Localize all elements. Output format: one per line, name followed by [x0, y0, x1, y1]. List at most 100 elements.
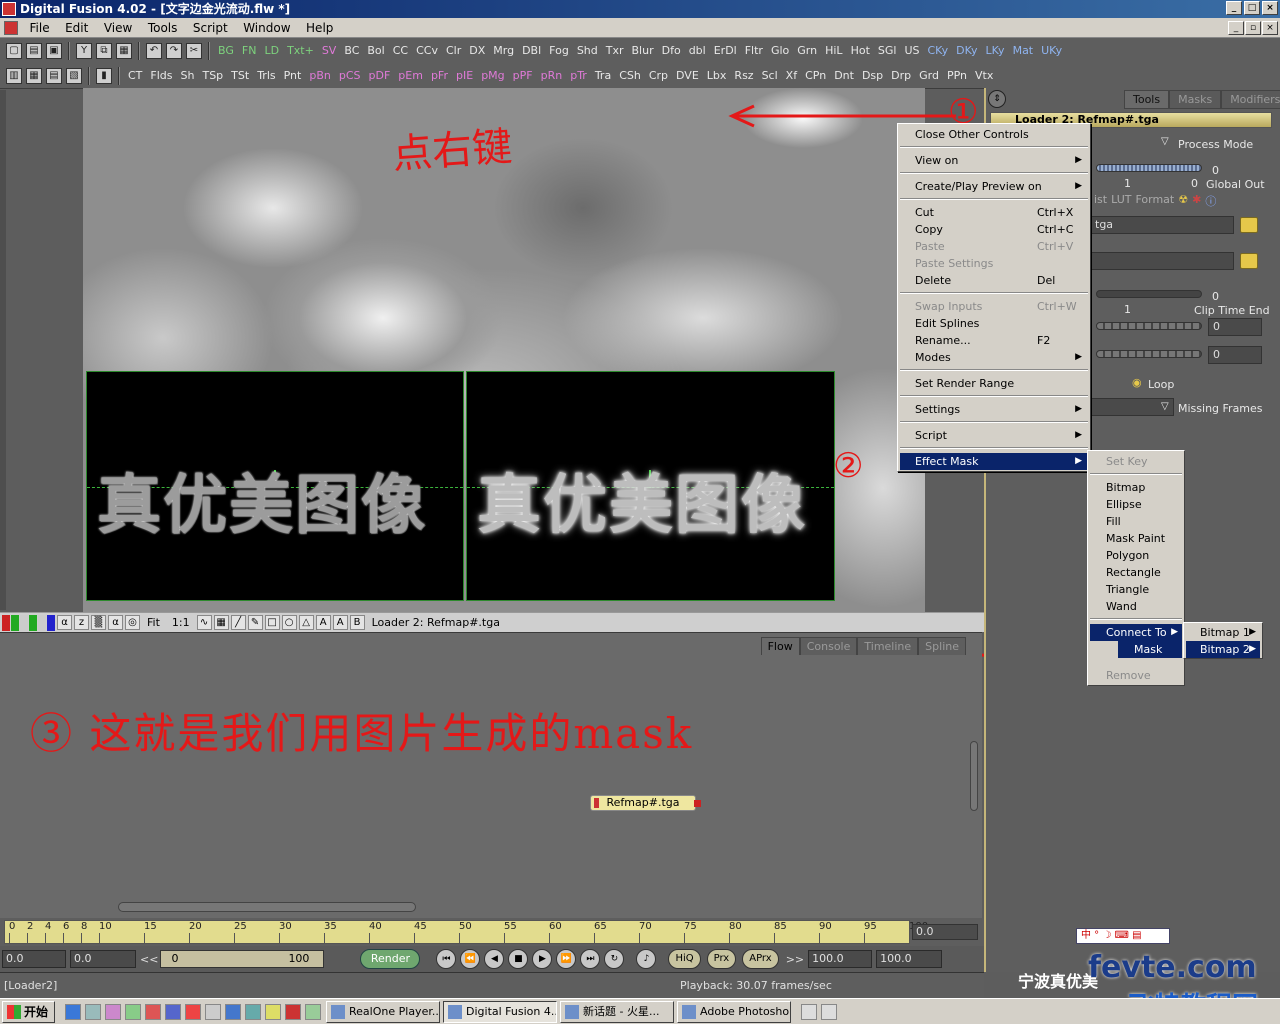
- global-end-field[interactable]: 100.0: [876, 950, 943, 968]
- start-button[interactable]: 开始: [2, 1000, 56, 1023]
- doc-minimize-button[interactable]: _: [1228, 21, 1244, 35]
- menu-edit[interactable]: Edit: [59, 18, 94, 38]
- step-back-icon[interactable]: ⏪: [460, 949, 481, 969]
- tool-button-xf[interactable]: Xf: [782, 69, 801, 82]
- maximize-button[interactable]: □: [1244, 1, 1260, 15]
- tool-button-bol[interactable]: Bol: [363, 44, 388, 57]
- quicklaunch-icon-5[interactable]: [145, 1003, 162, 1020]
- global-slider[interactable]: [1096, 164, 1202, 172]
- tool-button-fn[interactable]: FN: [238, 44, 261, 57]
- task-digital-fusion[interactable]: Digital Fusion 4...: [443, 1000, 558, 1023]
- clip-time-slider[interactable]: [1096, 290, 1202, 298]
- green-swatch[interactable]: [29, 614, 37, 631]
- tab-tools[interactable]: Tools: [1124, 90, 1170, 109]
- minimize-button[interactable]: _: [1226, 1, 1242, 15]
- missing-dropdown-arrow-icon[interactable]: ▽: [1161, 401, 1169, 412]
- print-icon[interactable]: ▦: [116, 42, 132, 59]
- tool-button-grn[interactable]: Grn: [793, 44, 821, 57]
- timeline-ruler[interactable]: 0 2 4 6 8 10 15 20 25 30 35 40 45 50 55 60 65 70 75 80 85 90 9…: [4, 920, 928, 944]
- tab-timeline[interactable]: Timeline: [857, 637, 919, 655]
- auto-proxy-button[interactable]: APrx: [742, 949, 779, 969]
- menu-file[interactable]: File: [24, 18, 56, 38]
- task-realone[interactable]: RealOne Player...: [326, 1000, 441, 1023]
- tool-button-ppn[interactable]: PPn: [943, 69, 971, 82]
- tool-button-fog[interactable]: Fog: [545, 44, 573, 57]
- menu-cut[interactable]: Cut Ctrl+X: [900, 204, 1088, 221]
- tool-button-trls[interactable]: Trls: [253, 69, 279, 82]
- quicklaunch-icon-11[interactable]: [265, 1003, 282, 1020]
- new-file-icon[interactable]: ▢: [6, 42, 22, 59]
- task-photoshop[interactable]: Adobe Photoshop: [677, 1000, 792, 1023]
- range-left-arrows[interactable]: <<: [140, 953, 158, 966]
- menu-delete[interactable]: Delete Del: [900, 272, 1088, 289]
- range-right-arrows[interactable]: >>: [786, 953, 804, 966]
- menu-script[interactable]: Script ▶: [900, 427, 1088, 444]
- folder-icon[interactable]: [1240, 217, 1258, 233]
- tool-button-pie[interactable]: pIE: [452, 69, 477, 82]
- tool-button-dx[interactable]: DX: [465, 44, 489, 57]
- grid-icon[interactable]: ▦: [213, 615, 229, 630]
- curve-tool-icon[interactable]: ∿: [196, 615, 212, 630]
- tool-button-txt[interactable]: Txt+: [283, 44, 318, 57]
- proxy-filename-field[interactable]: [1090, 252, 1234, 270]
- menu-tools[interactable]: Tools: [142, 18, 184, 38]
- tool-button-csh[interactable]: CSh: [615, 69, 645, 82]
- buffer-b-button[interactable]: B: [349, 615, 365, 630]
- menu-rename[interactable]: Rename... F2: [900, 332, 1088, 349]
- gear-icon[interactable]: ✱: [1192, 193, 1201, 209]
- save-icon[interactable]: ▣: [46, 42, 62, 59]
- tool-button-blur[interactable]: Blur: [628, 44, 658, 57]
- node-output-port[interactable]: [694, 800, 701, 807]
- dropdown-arrow-icon[interactable]: ▽: [1161, 136, 1169, 147]
- tool-button-ct[interactable]: CT: [124, 69, 146, 82]
- tool-button-dfo[interactable]: Dfo: [658, 44, 685, 57]
- tool-button-cpn[interactable]: CPn: [801, 69, 830, 82]
- tool-button-dbl[interactable]: dbl: [685, 44, 710, 57]
- quicklaunch-icon-8[interactable]: [205, 1003, 222, 1020]
- tool-button-pnt[interactable]: Pnt: [280, 69, 306, 82]
- quicklaunch-icon-3[interactable]: [105, 1003, 122, 1020]
- quicklaunch-icon-7[interactable]: [185, 1003, 202, 1020]
- red-channel-swatch[interactable]: [2, 614, 10, 631]
- play-icon[interactable]: ▶: [532, 949, 553, 969]
- tab-flow[interactable]: Flow: [760, 637, 800, 655]
- quicklaunch-icon-6[interactable]: [165, 1003, 182, 1020]
- tray-icon[interactable]: [821, 1003, 838, 1020]
- tool-button-sh[interactable]: Sh: [177, 69, 199, 82]
- tool-button-lbx[interactable]: Lbx: [703, 69, 731, 82]
- tool-button-ptr[interactable]: pTr: [566, 69, 591, 82]
- filename-field[interactable]: tga: [1090, 216, 1234, 234]
- render-end-field[interactable]: 100.0: [808, 950, 873, 968]
- menu-mask-polygon[interactable]: Polygon: [1090, 547, 1182, 564]
- tool-button-hil[interactable]: HiL: [821, 44, 846, 57]
- play-reverse-icon[interactable]: ◀: [484, 949, 505, 969]
- copy-icon[interactable]: ⧉: [96, 42, 112, 59]
- tool-button-pbn[interactable]: pBn: [305, 69, 335, 82]
- menu-bitmap-2[interactable]: Bitmap 2 ▶: [1186, 641, 1260, 658]
- menu-mask[interactable]: Mask: [1118, 641, 1182, 658]
- z-channel-button[interactable]: z: [74, 615, 89, 630]
- tool-button-glo[interactable]: Glo: [767, 44, 793, 57]
- menu-connect-to[interactable]: Connect To ▶: [1090, 624, 1182, 641]
- line-tool-icon[interactable]: ╱: [230, 615, 246, 630]
- green-channel-swatch[interactable]: [11, 614, 19, 631]
- subtab-list[interactable]: ist: [1094, 193, 1107, 209]
- tool-button-sgl[interactable]: SGl: [874, 44, 901, 57]
- tool-button-ld[interactable]: LD: [260, 44, 283, 57]
- menu-bitmap-1[interactable]: Bitmap 1 ▶: [1186, 624, 1260, 641]
- info-icon[interactable]: ⓘ: [1205, 193, 1216, 209]
- tool-button-shd[interactable]: Shd: [573, 44, 602, 57]
- document-icon[interactable]: [4, 21, 18, 35]
- flow-area[interactable]: Flow Console Timeline Spline: [0, 632, 982, 918]
- tool-button-bc[interactable]: BC: [340, 44, 363, 57]
- menu-mask-fill[interactable]: Fill: [1090, 513, 1182, 530]
- tool-button-dky[interactable]: DKy: [952, 44, 981, 57]
- tool-button-dsp[interactable]: Dsp: [858, 69, 887, 82]
- tool-button-us[interactable]: US: [900, 44, 923, 57]
- layout-4-icon[interactable]: ▧: [66, 67, 82, 84]
- doc-restore-button[interactable]: ▫: [1245, 21, 1261, 35]
- loop-check-icon[interactable]: ◉: [1132, 376, 1142, 389]
- menu-script[interactable]: Script: [187, 18, 234, 38]
- zoom-1to1-button[interactable]: 1:1: [172, 616, 190, 629]
- subtab-format[interactable]: Format: [1135, 193, 1174, 209]
